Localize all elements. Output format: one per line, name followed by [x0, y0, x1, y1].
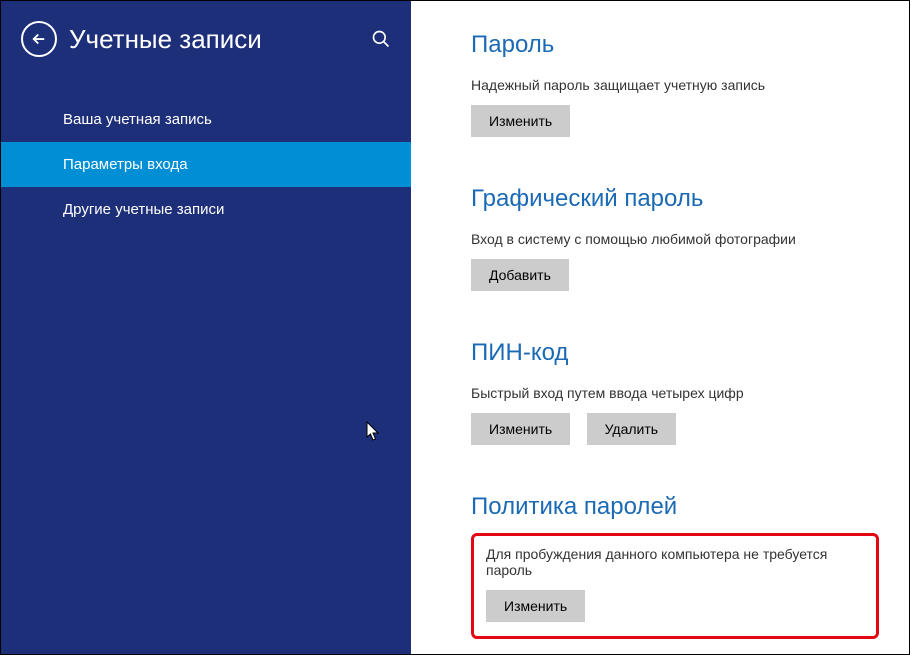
sidebar: Учетные записи Ваша учетная запись Парам…: [1, 1, 411, 654]
policy-change-button[interactable]: Изменить: [486, 590, 585, 622]
section-picture-password: Графический пароль Вход в систему с помо…: [471, 185, 879, 291]
page-title: Учетные записи: [69, 24, 371, 55]
section-desc: Быстрый вход путем ввода четырех цифр: [471, 385, 879, 401]
sidebar-item-label: Параметры входа: [63, 156, 188, 173]
sidebar-item-label: Ваша учетная запись: [63, 111, 212, 128]
section-title: ПИН-код: [471, 339, 879, 367]
pin-change-button[interactable]: Изменить: [471, 413, 570, 445]
search-icon[interactable]: [371, 29, 391, 49]
section-title: Политика паролей: [471, 493, 879, 521]
main-content: Пароль Надежный пароль защищает учетную …: [411, 1, 909, 654]
sidebar-item-signin-options[interactable]: Параметры входа: [1, 142, 411, 187]
highlighted-area: Для пробуждения данного компьютера не тр…: [471, 533, 879, 639]
section-password: Пароль Надежный пароль защищает учетную …: [471, 31, 879, 137]
sidebar-item-label: Другие учетные записи: [63, 201, 224, 218]
section-desc: Для пробуждения данного компьютера не тр…: [486, 546, 864, 578]
section-title: Графический пароль: [471, 185, 879, 213]
arrow-left-icon: [30, 30, 48, 48]
section-pin: ПИН-код Быстрый вход путем ввода четырех…: [471, 339, 879, 445]
sidebar-item-other-accounts[interactable]: Другие учетные записи: [1, 187, 411, 232]
sidebar-header: Учетные записи: [1, 21, 411, 87]
sidebar-item-your-account[interactable]: Ваша учетная запись: [1, 97, 411, 142]
picture-password-add-button[interactable]: Добавить: [471, 259, 569, 291]
section-desc: Надежный пароль защищает учетную запись: [471, 77, 879, 93]
password-change-button[interactable]: Изменить: [471, 105, 570, 137]
section-password-policy: Политика паролей Для пробуждения данного…: [471, 493, 879, 639]
pin-delete-button[interactable]: Удалить: [587, 413, 676, 445]
sidebar-items: Ваша учетная запись Параметры входа Друг…: [1, 97, 411, 232]
section-title: Пароль: [471, 31, 879, 59]
section-desc: Вход в систему с помощью любимой фотогра…: [471, 231, 879, 247]
back-button[interactable]: [21, 21, 57, 57]
